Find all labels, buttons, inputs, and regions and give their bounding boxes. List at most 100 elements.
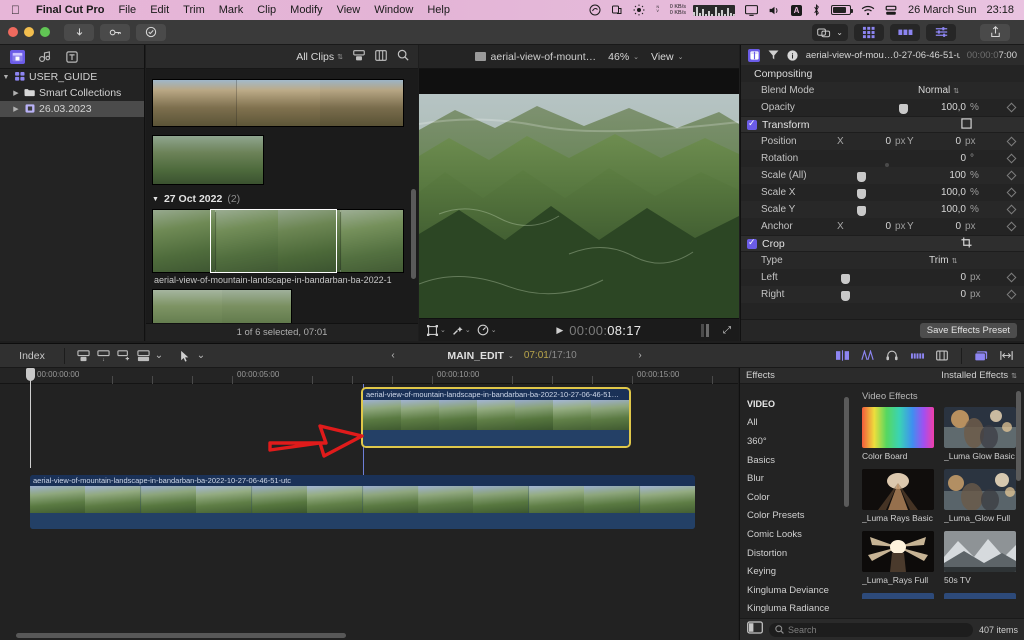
keyframe-button[interactable]	[1006, 187, 1017, 198]
color-inspector-button[interactable]	[926, 23, 956, 41]
browser-clip-area[interactable]: ▼ 27 Oct 2022 (2) aerial-view-of-mountai…	[146, 69, 418, 341]
chevron-down-icon[interactable]: ⌄	[508, 352, 514, 360]
effects-category-kingluma-radiance[interactable]: Kingluma Radiance	[740, 600, 853, 618]
viewer-retime-button[interactable]: ⌄	[477, 324, 497, 336]
effects-browser-button[interactable]	[854, 23, 884, 41]
menu-item-trim[interactable]: Trim	[176, 4, 212, 16]
inspector-row-crop-right[interactable]: Right 0 px	[741, 286, 1024, 303]
timeline-history-back-icon[interactable]: ‹	[383, 347, 403, 365]
menu-item-help[interactable]: Help	[420, 4, 457, 16]
effects-category-color-presets[interactable]: Color Presets	[740, 507, 853, 526]
network-activity-icon[interactable]: NV	[650, 4, 668, 16]
effects-category-color[interactable]: Color	[740, 488, 853, 507]
disclosure-triangle-icon[interactable]: ▶	[12, 89, 20, 97]
keyframe-button[interactable]	[1006, 221, 1017, 232]
effects-category-kingluma-deviance[interactable]: Kingluma Deviance	[740, 581, 853, 600]
bluetooth-icon[interactable]	[807, 4, 826, 16]
position-y-value[interactable]: 0	[937, 136, 961, 147]
inspector-row-scale-y[interactable]: Scale Y 100,0 %	[741, 201, 1024, 218]
fullscreen-icon[interactable]: ⤢	[723, 325, 731, 336]
inspector-row-rotation[interactable]: Rotation 0 °	[741, 150, 1024, 167]
photos-audio-tab-icon[interactable]	[37, 50, 52, 64]
effect-item-50s-tv[interactable]: 50s TV	[944, 531, 1016, 585]
timeline-history-forward-icon[interactable]: ›	[630, 347, 650, 365]
libraries-tab-icon[interactable]	[10, 49, 25, 64]
effects-category-list[interactable]: VIDEO All 360° Basics Blur Color Color P…	[740, 385, 853, 618]
selection-range-overlay[interactable]	[210, 209, 337, 273]
blend-mode-popup[interactable]: Normal ⇅	[918, 85, 959, 96]
transform-onscreen-controls-icon[interactable]	[961, 117, 972, 132]
position-x-value[interactable]: 0	[867, 136, 891, 147]
effects-category-scrollbar[interactable]	[844, 397, 849, 507]
play-icon[interactable]: ▶	[556, 325, 563, 336]
row-value[interactable]: 100,0	[926, 187, 966, 198]
viewer-view-popup[interactable]: View ⌄	[651, 51, 683, 63]
inspector-section-crop[interactable]: Crop	[741, 235, 1024, 252]
timeline-project-name[interactable]: MAIN_EDIT	[447, 350, 504, 362]
keyframe-button[interactable]	[1006, 289, 1017, 300]
inspector-row-anchor[interactable]: Anchor X 0 px Y 0 px	[741, 218, 1024, 235]
filmstrip-clip-partial[interactable]	[152, 79, 404, 127]
inspector-row-blend-mode[interactable]: Blend Mode Normal ⇅	[741, 82, 1024, 99]
inspector-row-position[interactable]: Position X 0 px Y 0 px	[741, 133, 1024, 150]
timeline-storyline-clip[interactable]: aerial-view-of-mountain-landscape-in-ban…	[30, 475, 695, 529]
inspector-section-transform[interactable]: Transform	[741, 116, 1024, 133]
timeline-pane[interactable]: 00:00:00:00 00:00:05:00 00:00:10:00 00:0…	[0, 368, 738, 640]
effect-item-luma-glow-basic[interactable]: _Luma Glow Basic	[944, 407, 1016, 461]
viewer-video-image[interactable]	[419, 94, 739, 319]
menu-item-modify[interactable]: Modify	[283, 4, 329, 16]
menu-bar-date[interactable]: 26 March Sun	[902, 4, 980, 16]
menu-item-edit[interactable]: Edit	[143, 4, 176, 16]
row-value[interactable]: 0	[926, 153, 966, 164]
keyframe-button[interactable]	[1006, 136, 1017, 147]
audio-skimming-icon[interactable]	[857, 347, 877, 365]
browser-date-group-header[interactable]: ▼ 27 Oct 2022 (2)	[152, 193, 240, 205]
viewer-clip-title[interactable]: aerial-view-of-mount…	[474, 51, 596, 63]
minimize-window-button[interactable]	[24, 27, 34, 37]
keyframe-button[interactable]	[1006, 102, 1017, 113]
save-effects-preset-button[interactable]: Save Effects Preset	[919, 323, 1017, 338]
row-value[interactable]: 0	[926, 289, 966, 300]
sidebar-item-library[interactable]: ▼ USER_GUIDE	[0, 69, 144, 85]
viewer-enhancement-button[interactable]: ⌄	[452, 325, 471, 336]
menu-item-file[interactable]: File	[111, 4, 143, 16]
menu-item-mark[interactable]: Mark	[212, 4, 250, 16]
effects-category-blur[interactable]: Blur	[740, 469, 853, 488]
effect-item-luma-rays-basic[interactable]: _Luma Rays Basic	[862, 469, 934, 523]
timeline-connected-clip[interactable]: aerial-view-of-mountain-landscape-in-ban…	[363, 389, 629, 446]
media-browser-button[interactable]: ⌄	[812, 23, 848, 41]
filmstrip-clip-second[interactable]	[152, 135, 264, 185]
row-value[interactable]: 100	[926, 170, 966, 181]
keyframe-button[interactable]	[1006, 272, 1017, 283]
effect-item-partial-a[interactable]	[862, 593, 934, 599]
list-view-icon[interactable]	[375, 49, 387, 64]
close-window-button[interactable]	[8, 27, 18, 37]
effects-category-360[interactable]: 360°	[740, 432, 853, 451]
display-icon[interactable]	[740, 4, 763, 16]
info-inspector-icon[interactable]: i	[786, 49, 798, 62]
keyword-editor-button[interactable]	[100, 23, 130, 41]
audio-meter-icon[interactable]	[701, 323, 710, 337]
filmstrip-view-icon[interactable]	[353, 49, 365, 64]
viewer-timecode[interactable]: 00:00:08:17	[569, 323, 641, 338]
menu-item-view[interactable]: View	[330, 4, 368, 16]
fit-to-window-icon[interactable]	[996, 347, 1016, 365]
apple-icon[interactable]: 	[11, 4, 20, 16]
row-value[interactable]: 100,0	[926, 102, 966, 113]
anchor-y-value[interactable]: 0	[937, 221, 961, 232]
effects-category-distortion[interactable]: Distortion	[740, 544, 853, 563]
effects-search-input[interactable]: Search	[769, 622, 973, 637]
input-source-icon[interactable]: A	[786, 4, 807, 16]
effects-category-basics[interactable]: Basics	[740, 451, 853, 470]
effects-category-comic-looks[interactable]: Comic Looks	[740, 525, 853, 544]
effect-item-partial-b[interactable]	[944, 593, 1016, 599]
wifi-icon[interactable]	[856, 5, 880, 16]
inspector-row-opacity[interactable]: Opacity 100,0 %	[741, 99, 1024, 116]
import-media-button[interactable]	[64, 23, 94, 41]
sidebar-item-smart-collections[interactable]: ▶ Smart Collections	[0, 85, 144, 101]
disclosure-triangle-icon[interactable]: ▼	[2, 74, 10, 81]
crop-onscreen-controls-icon[interactable]	[961, 236, 972, 251]
keyframe-button[interactable]	[1006, 153, 1017, 164]
dropbox-icon[interactable]	[584, 4, 606, 16]
cpu-history-graph[interactable]	[688, 4, 740, 16]
